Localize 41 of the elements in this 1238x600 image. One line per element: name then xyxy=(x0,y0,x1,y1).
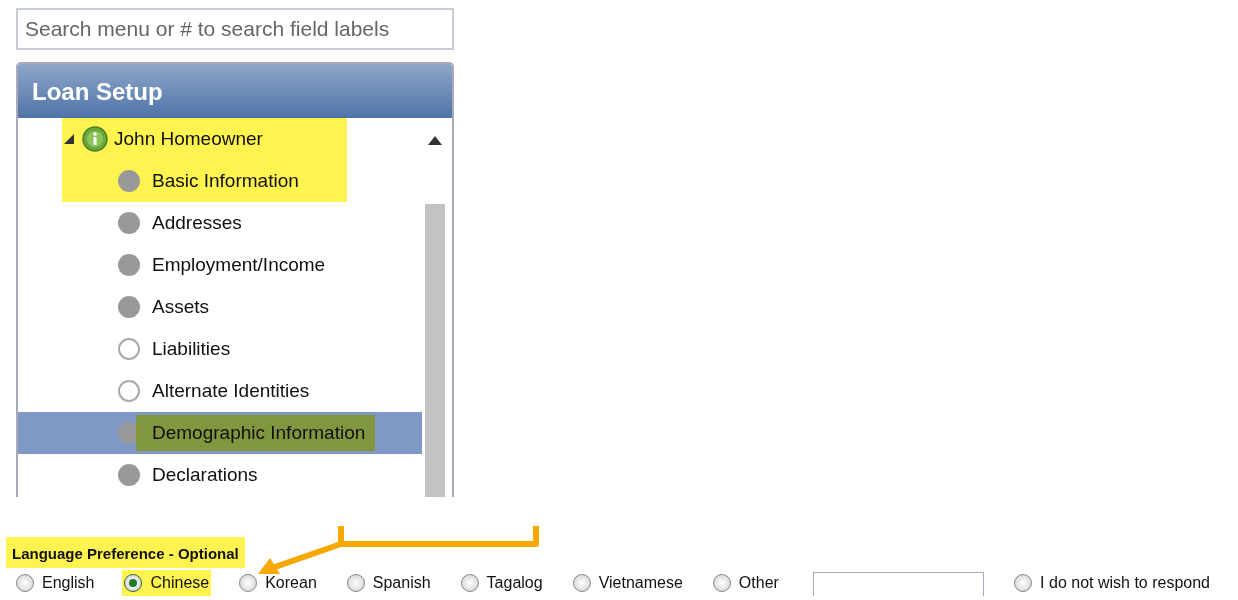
radio-button[interactable] xyxy=(712,573,731,592)
radio-button[interactable] xyxy=(239,573,258,592)
scroll-up-icon[interactable] xyxy=(428,136,442,145)
tree-item[interactable]: Employment/Income xyxy=(62,244,422,286)
tree-item[interactable]: Demographic Information xyxy=(18,412,422,454)
radio-button[interactable] xyxy=(16,573,34,592)
language-option[interactable]: English xyxy=(14,569,97,596)
tree-item[interactable]: Assets xyxy=(62,286,422,328)
tree-label: Liabilities xyxy=(152,336,231,361)
tree-item[interactable]: Addresses xyxy=(62,202,422,244)
other-text-field[interactable] xyxy=(812,571,985,596)
tree-label: Addresses xyxy=(152,210,242,235)
tree-label: Employment/Income xyxy=(152,252,326,277)
section-label: Language Preference - Optional xyxy=(6,537,245,568)
expand-caret-icon[interactable] xyxy=(64,134,74,144)
tree-label: Assets xyxy=(152,294,210,319)
radio-button[interactable] xyxy=(124,573,143,592)
tree-label: Demographic Information xyxy=(136,414,376,452)
language-option[interactable]: Other xyxy=(710,569,781,596)
tree-item[interactable]: Basic Information xyxy=(62,160,347,202)
info-icon xyxy=(82,126,108,152)
tree-label: Basic Information xyxy=(152,168,299,193)
tree-label: John Homeowner xyxy=(114,126,263,151)
language-option[interactable]: Korean xyxy=(237,569,319,596)
language-option[interactable]: Spanish xyxy=(344,569,433,596)
search-field[interactable]: Search menu or # to search field labels xyxy=(16,8,454,50)
panel-title: Loan Setup xyxy=(18,64,452,118)
tree-item[interactable]: Declarations xyxy=(62,454,422,496)
tree-item[interactable]: John Homeowner xyxy=(62,118,347,160)
language-option[interactable]: Chinese xyxy=(122,569,212,596)
tree-label: Alternate Identities xyxy=(152,378,310,403)
radio-button[interactable] xyxy=(346,573,365,592)
tree-label: Declarations xyxy=(152,462,258,487)
language-option[interactable]: Tagalog xyxy=(458,569,545,596)
radio-button[interactable] xyxy=(1014,573,1033,592)
language-option[interactable]: Vietnamese xyxy=(570,569,685,596)
radio-button[interactable] xyxy=(572,573,591,592)
tree-item[interactable]: Alternate Identities xyxy=(62,370,422,412)
radio-button[interactable] xyxy=(460,573,479,592)
tree-item[interactable]: Liabilities xyxy=(62,328,422,370)
language-option[interactable]: I do not wish to respond xyxy=(1012,569,1212,596)
